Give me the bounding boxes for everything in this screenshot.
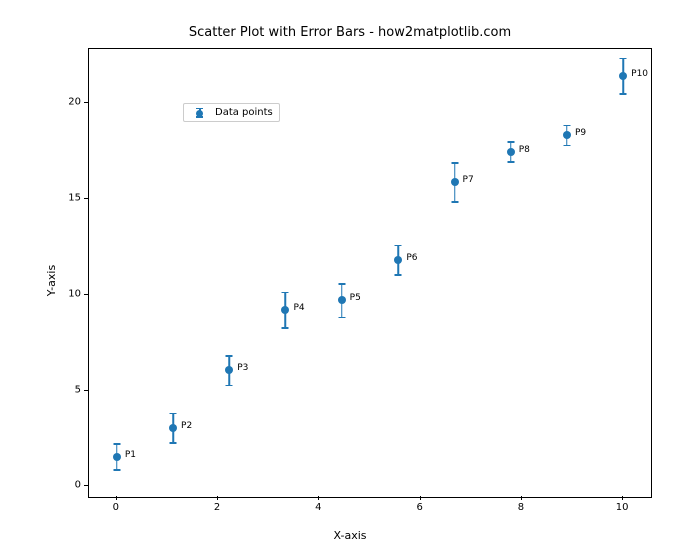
y-tick <box>84 102 88 103</box>
error-cap <box>395 274 402 276</box>
x-tick-label: 8 <box>518 502 524 513</box>
x-tick-label: 6 <box>416 502 422 513</box>
x-tick <box>521 496 522 500</box>
point-label: P7 <box>463 175 474 185</box>
point-label: P6 <box>406 253 417 263</box>
y-tick <box>84 198 88 199</box>
x-tick <box>318 496 319 500</box>
point-label: P4 <box>293 303 304 313</box>
error-cap <box>507 161 514 163</box>
point-label: P2 <box>181 421 192 431</box>
point-label: P9 <box>575 128 586 138</box>
error-cap <box>113 443 120 445</box>
x-tick <box>622 496 623 500</box>
point-label: P1 <box>125 450 136 460</box>
y-tick-label: 0 <box>75 480 81 491</box>
data-point <box>451 178 459 186</box>
data-point <box>113 453 121 461</box>
x-tick <box>217 496 218 500</box>
x-axis-label: X-axis <box>0 529 700 542</box>
plot-area: Data points P1 P2 P3 P4 P5 P6 P7 P8 P9 P10 <box>88 48 652 498</box>
data-point <box>281 306 289 314</box>
y-tick-label: 20 <box>68 96 81 107</box>
point-label: P10 <box>631 69 648 79</box>
x-tick-label: 0 <box>113 502 119 513</box>
error-cap <box>563 125 570 127</box>
y-tick <box>84 390 88 391</box>
x-tick <box>420 496 421 500</box>
y-axis-label: Y-axis <box>36 0 67 560</box>
x-tick-label: 4 <box>315 502 321 513</box>
x-tick-label: 2 <box>214 502 220 513</box>
error-cap <box>226 385 233 387</box>
y-tick-label: 15 <box>68 192 81 203</box>
x-tick-label: 10 <box>616 502 629 513</box>
y-tick-label: 10 <box>68 288 81 299</box>
error-cap <box>338 283 345 285</box>
error-cap <box>451 162 458 164</box>
legend-label: Data points <box>215 107 273 118</box>
error-cap <box>620 93 627 95</box>
error-cap <box>282 292 289 294</box>
data-point <box>225 366 233 374</box>
error-cap <box>338 317 345 319</box>
error-cap <box>507 141 514 143</box>
chart-container: Scatter Plot with Error Bars - how2matpl… <box>0 0 700 560</box>
error-cap <box>395 245 402 247</box>
data-point <box>619 72 627 80</box>
data-point <box>394 256 402 264</box>
data-point <box>563 131 571 139</box>
error-cap <box>451 201 458 203</box>
chart-title: Scatter Plot with Error Bars - how2matpl… <box>0 25 700 40</box>
legend: Data points <box>183 103 280 122</box>
error-cap <box>226 355 233 357</box>
point-label: P5 <box>350 293 361 303</box>
error-cap <box>620 58 627 60</box>
legend-marker-icon <box>190 108 210 118</box>
data-point <box>338 296 346 304</box>
error-cap <box>170 413 177 415</box>
error-cap <box>563 145 570 147</box>
error-cap <box>113 469 120 471</box>
point-label: P3 <box>237 363 248 373</box>
y-tick <box>84 485 88 486</box>
x-tick <box>116 496 117 500</box>
data-point <box>507 148 515 156</box>
point-label: P8 <box>519 145 530 155</box>
error-cap <box>170 442 177 444</box>
data-point <box>169 424 177 432</box>
y-tick-label: 5 <box>75 384 81 395</box>
legend-entry: Data points <box>190 107 273 118</box>
y-tick <box>84 294 88 295</box>
error-cap <box>282 327 289 329</box>
